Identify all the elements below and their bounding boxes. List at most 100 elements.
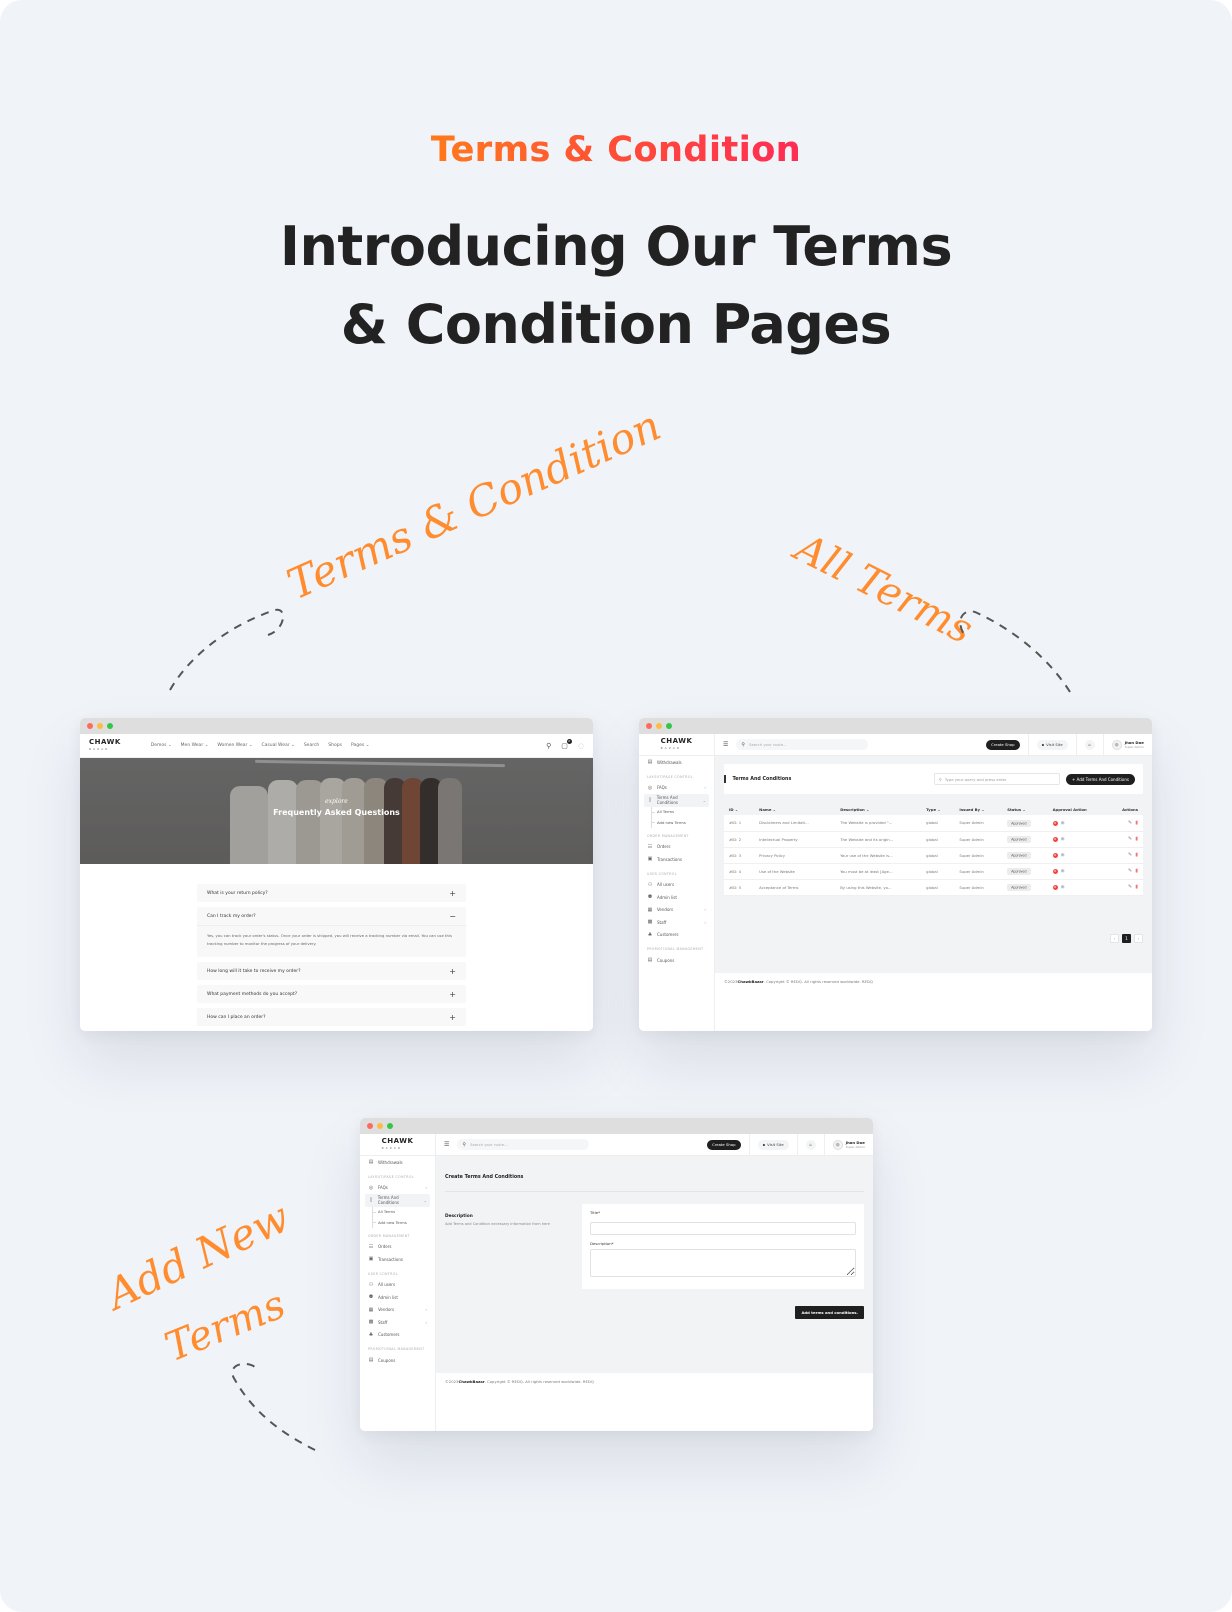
view-icon[interactable]: ◉ — [1061, 821, 1065, 826]
delete-icon[interactable]: ▮ — [1135, 836, 1138, 842]
visit-site-button[interactable]: ▪ Visit Site — [757, 1139, 789, 1150]
menu-toggle-icon[interactable]: ☰ — [723, 741, 728, 748]
sidebar-item-orders[interactable]: ☷ Orders — [639, 841, 714, 854]
sidebar-item-transactions[interactable]: ▣ Transactions — [360, 1253, 435, 1266]
faq-item[interactable]: How can I place an order? + — [197, 1008, 466, 1026]
store-logo[interactable]: CHAWK BAZAR — [89, 739, 121, 752]
disapprove-icon[interactable]: × — [1052, 869, 1058, 874]
view-icon[interactable]: ◉ — [1061, 853, 1065, 858]
sidebar-item-customers[interactable]: ♣ Customers — [360, 1329, 435, 1342]
delete-icon[interactable]: ▮ — [1135, 852, 1138, 858]
title-input[interactable] — [590, 1222, 856, 1235]
footer-brand[interactable]: ChawkBazar — [458, 1379, 484, 1384]
sidebar-item-vendors[interactable]: ▦ Vendors › — [639, 904, 714, 917]
delete-icon[interactable]: ▮ — [1135, 820, 1138, 826]
route-search-input[interactable]: ⚲ Search your route... — [457, 1139, 590, 1150]
column-header[interactable]: Type ⌄ — [921, 803, 955, 815]
minimize-dot[interactable] — [97, 723, 103, 729]
next-page-button[interactable]: › — [1134, 934, 1143, 943]
nav-pages[interactable]: Pages ⌄ — [351, 743, 369, 748]
nav-search[interactable]: Search — [304, 743, 319, 748]
notification-icon[interactable]: ⌂ — [805, 1139, 816, 1150]
maximize-dot[interactable] — [666, 723, 672, 729]
sidebar-item-all-users[interactable]: ⚇ All users — [360, 1279, 435, 1292]
add-terms-submit-button[interactable]: Add terms and conditions. — [795, 1306, 864, 1319]
column-header[interactable]: Name ⌄ — [754, 803, 836, 815]
description-textarea[interactable] — [590, 1249, 856, 1277]
create-shop-button[interactable]: Create Shop — [986, 739, 1020, 750]
sidebar-item-faqs[interactable]: ◎ FAQs › — [360, 1182, 435, 1195]
sidebar-item-withdrawals[interactable]: ▤ Withdrawals — [639, 756, 714, 769]
faq-item[interactable]: What payment methods do you accept? + — [197, 985, 466, 1003]
plus-icon[interactable]: + — [449, 1013, 456, 1022]
add-terms-button[interactable]: + Add Terms And Conditions — [1066, 773, 1135, 785]
view-icon[interactable]: ◉ — [1061, 869, 1065, 874]
menu-toggle-icon[interactable]: ☰ — [444, 1141, 449, 1148]
cart-icon[interactable]: ▢ 0 — [561, 738, 572, 750]
search-icon[interactable]: ⚲ — [546, 742, 551, 750]
edit-icon[interactable]: ✎ — [1128, 884, 1132, 890]
column-header[interactable]: Description ⌄ — [835, 803, 922, 815]
user-icon[interactable]: ◌ — [578, 742, 584, 750]
terms-search-input[interactable]: ⚲ Type your query and press enter — [934, 773, 1061, 785]
create-shop-button[interactable]: Create Shop — [707, 1139, 741, 1150]
faq-item[interactable]: How long will it take to receive my orde… — [197, 962, 466, 980]
sidebar-subitem[interactable]: Add new Terms — [639, 817, 714, 828]
sidebar-item-coupons[interactable]: ▤ Coupons — [360, 1354, 435, 1367]
view-icon[interactable]: ◉ — [1061, 885, 1065, 890]
page-1-button[interactable]: 1 — [1122, 934, 1131, 943]
sidebar-item-faqs[interactable]: ◎ FAQs › — [639, 782, 714, 795]
sidebar-subitem[interactable]: Add new Terms — [360, 1217, 435, 1228]
minimize-dot[interactable] — [656, 723, 662, 729]
route-search-input[interactable]: ⚲ Search your route... — [736, 739, 869, 750]
nav-casual-wear[interactable]: Casual Wear ⌄ — [262, 743, 295, 748]
edit-icon[interactable]: ✎ — [1128, 820, 1132, 826]
sidebar-item-transactions[interactable]: ▣ Transactions — [639, 853, 714, 866]
edit-icon[interactable]: ✎ — [1128, 868, 1132, 874]
view-icon[interactable]: ◉ — [1061, 837, 1065, 842]
sidebar-item-terms-and-conditions[interactable]: ▯ Terms And Conditions ⌄ — [644, 794, 709, 807]
delete-icon[interactable]: ▮ — [1135, 884, 1138, 890]
sidebar-subitem[interactable]: All Terms — [360, 1206, 435, 1218]
sidebar-item-vendors[interactable]: ▦ Vendors › — [360, 1304, 435, 1317]
sidebar-item-admin-list[interactable]: ⚉ Admin list — [360, 1291, 435, 1304]
avatar[interactable]: ● — [1111, 739, 1122, 750]
plus-icon[interactable]: + — [449, 967, 456, 976]
disapprove-icon[interactable]: × — [1052, 885, 1058, 890]
column-header[interactable]: ID ⌄ — [724, 803, 755, 815]
footer-brand[interactable]: ChawkBazar — [737, 979, 763, 984]
sidebar-item-withdrawals[interactable]: ▤ Withdrawals — [360, 1156, 435, 1169]
sidebar-item-admin-list[interactable]: ⚉ Admin list — [639, 891, 714, 904]
admin-logo[interactable]: CHAWK BAZAR — [360, 1134, 435, 1156]
visit-site-button[interactable]: ▪ Visit Site — [1036, 739, 1068, 750]
nav-women-wear[interactable]: Women Wear ⌄ — [217, 743, 252, 748]
plus-icon[interactable]: + — [449, 990, 456, 999]
disapprove-icon[interactable]: × — [1052, 853, 1058, 858]
column-header[interactable]: Status ⌄ — [1002, 803, 1048, 815]
sidebar-item-staff[interactable]: ▩ Staff › — [639, 916, 714, 929]
faq-item[interactable]: What is your return policy? + — [197, 884, 466, 902]
column-header[interactable]: Issued By ⌄ — [954, 803, 1003, 815]
sidebar-item-all-users[interactable]: ⚇ All users — [639, 879, 714, 892]
sidebar-subitem[interactable]: All Terms — [639, 806, 714, 818]
close-dot[interactable] — [646, 723, 652, 729]
sidebar-item-orders[interactable]: ☷ Orders — [360, 1241, 435, 1254]
maximize-dot[interactable] — [387, 1123, 393, 1129]
minimize-dot[interactable] — [377, 1123, 383, 1129]
sidebar-item-staff[interactable]: ▩ Staff › — [360, 1316, 435, 1329]
nav-demos[interactable]: Demos ⌄ — [151, 743, 172, 748]
admin-logo[interactable]: CHAWK BAZAR — [639, 734, 714, 756]
plus-icon[interactable]: + — [449, 889, 456, 898]
close-dot[interactable] — [87, 723, 93, 729]
sidebar-item-terms-and-conditions[interactable]: ▯ Terms And Conditions ⌄ — [365, 1194, 430, 1207]
sidebar-item-customers[interactable]: ♣ Customers — [639, 929, 714, 942]
prev-page-button[interactable]: ‹ — [1110, 934, 1119, 943]
minus-icon[interactable]: − — [449, 912, 456, 921]
edit-icon[interactable]: ✎ — [1128, 836, 1132, 842]
avatar[interactable]: ● — [832, 1139, 843, 1150]
nav-men-wear[interactable]: Men Wear ⌄ — [181, 743, 209, 748]
delete-icon[interactable]: ▮ — [1135, 868, 1138, 874]
faq-item-open[interactable]: Can I track my order? − Yes, you can trac… — [197, 907, 466, 957]
disapprove-icon[interactable]: × — [1052, 820, 1058, 826]
disapprove-icon[interactable]: × — [1052, 837, 1058, 842]
